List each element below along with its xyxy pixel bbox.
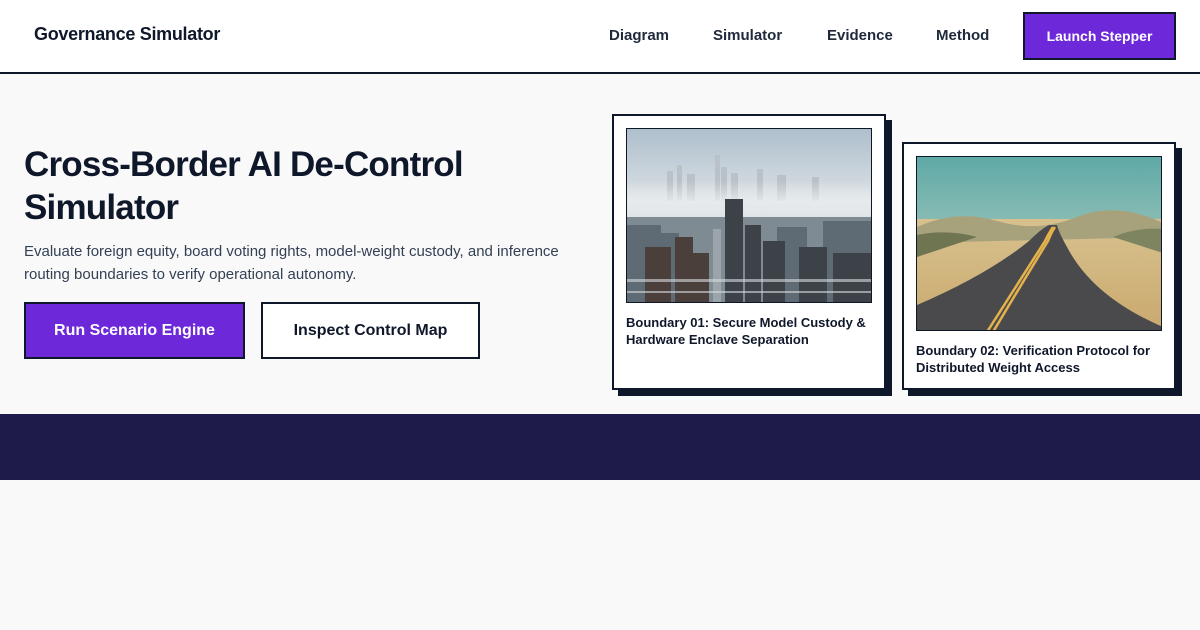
boundary-01-caption: Boundary 01: Secure Model Custody & Hard… [626,315,866,347]
brand-name[interactable]: Governance Simulator [34,24,220,45]
boundary-card-01: Boundary 01: Secure Model Custody & Hard… [612,114,886,390]
top-navigation-bar: Governance Simulator Diagram Simulator E… [0,0,1200,74]
foggy-city-skyline-photo [626,128,872,303]
boundary-card-02: Boundary 02: Verification Protocol for D… [902,142,1176,390]
launch-stepper-button[interactable]: Launch Stepper [1023,12,1176,60]
hero-description: Evaluate foreign equity, board voting ri… [24,243,559,283]
nav-link-method[interactable]: Method [936,27,989,44]
nav-link-diagram[interactable]: Diagram [609,27,669,44]
page-title: Cross-Border AI De-Control Simulator [24,145,464,227]
dark-band [0,414,1200,480]
nav-link-evidence[interactable]: Evidence [827,27,893,44]
run-scenario-engine-button[interactable]: Run Scenario Engine [24,302,245,359]
desert-road-photo [916,156,1162,331]
nav-link-simulator[interactable]: Simulator [713,27,782,44]
inspect-control-map-button[interactable]: Inspect Control Map [261,302,480,359]
boundary-02-caption: Boundary 02: Verification Protocol for D… [916,343,1151,375]
